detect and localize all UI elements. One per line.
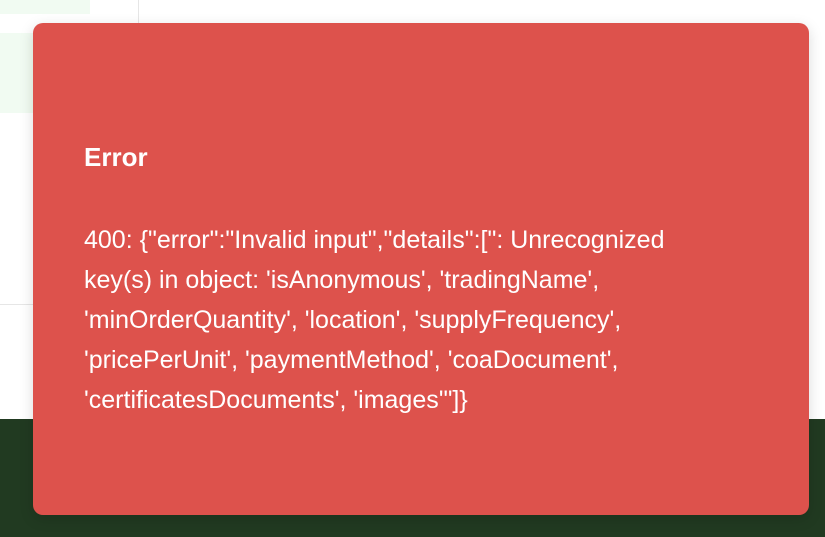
error-toast-title: Error xyxy=(84,142,148,172)
error-toast[interactable]: Error 400: {"error":"Invalid input","det… xyxy=(33,23,809,515)
error-toast-message: 400: {"error":"Invalid input","details":… xyxy=(84,226,665,414)
page: Error 400: {"error":"Invalid input","det… xyxy=(0,0,825,537)
background-top-strip xyxy=(0,0,90,14)
